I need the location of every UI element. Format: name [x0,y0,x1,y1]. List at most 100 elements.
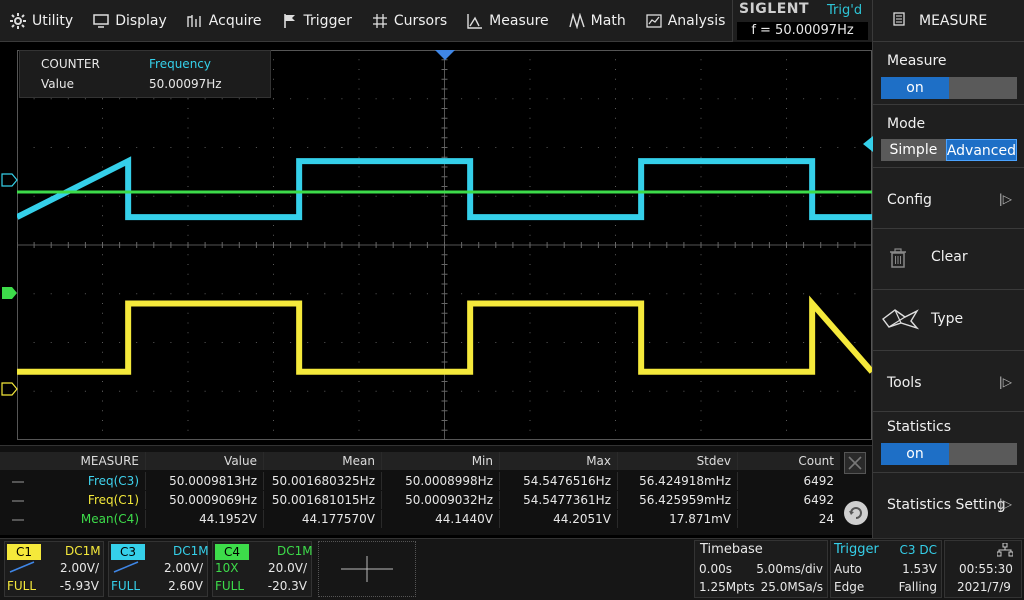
grid-dot [529,410,531,412]
counter-title: COUNTER [41,57,100,71]
grid-dot [854,98,856,100]
menu-acquire[interactable]: Acquire [177,0,272,42]
trigger-box[interactable]: Trigger C3 DC Auto 1.53V Edge Falling [830,540,942,598]
trigger-position-marker[interactable] [434,48,456,62]
refresh-statistics-button[interactable] [843,500,869,526]
grid-dot [820,147,822,148]
c3-marker[interactable] [1,173,18,187]
menu-cursors[interactable]: Cursors [362,0,457,42]
grid-dot [392,98,394,100]
add-channel-button[interactable] [318,541,416,597]
close-measure-button[interactable] [844,452,866,474]
grid-dot [529,205,531,207]
grid-dot [529,186,531,187]
column-header: Min [382,452,500,470]
grid-dot [273,98,274,100]
grid-dot [375,147,377,148]
grid-dot [204,390,206,392]
grid-dot [187,234,189,236]
channel-c4-box[interactable]: C4 DC1M 10X 20.0V/ FULL -20.3V [212,541,313,597]
grid-dot [837,147,839,148]
menu-measure[interactable]: Measure [457,0,559,42]
config-item[interactable]: Config |▷ [873,169,1024,229]
grid-dot [255,342,257,343]
grid-dot [187,342,189,343]
table-row[interactable]: Freq(C1) 50.0009069Hz 50.001681015Hz 50.… [0,491,840,509]
grid-dot [273,293,274,295]
grid-dot [786,273,787,275]
table-row[interactable]: Mean(C4) 44.1952V 44.177570V 44.1440V 44… [0,510,840,528]
grid-dot [512,390,514,392]
trigger-level-marker[interactable] [862,135,874,153]
waveform-display[interactable] [17,50,872,440]
type-item[interactable]: Type [873,291,1024,351]
c1-marker[interactable] [1,382,18,396]
grid-dot [580,342,582,343]
measure-mean: 50.001681015Hz [264,491,382,509]
measure-stdev: 56.425959mHz [618,491,738,509]
clock-box[interactable]: 00:55:30 2021/7/9 [944,540,1022,598]
menu-math[interactable]: Math [559,0,636,42]
channel-c3-box[interactable]: C3 DC1M 2.00V/ FULL 2.60V [108,541,209,597]
grid-dot [187,127,189,129]
grid-dot [102,420,103,421]
network-icon [996,542,1014,561]
c4-marker[interactable] [2,287,17,299]
mode-simple[interactable]: Simple [881,139,946,161]
grid-dot [615,439,616,440]
clock-time: 00:55:30 [959,562,1013,576]
grid-dot [615,50,616,51]
menu-analysis[interactable]: Analysis [636,0,736,42]
grid-dot [529,88,531,90]
grid-dot [358,156,360,158]
grid-dot [358,293,360,295]
grid-dot [273,400,274,402]
measure-max: 44.2051V [500,510,618,528]
measure-toggle-on[interactable]: on [881,77,949,99]
grid-dot [102,225,103,226]
grid-dot [632,147,634,148]
table-row[interactable]: Freq(C3) 50.0009813Hz 50.001680325Hz 50.… [0,472,840,490]
grid-dot [170,390,172,392]
channel-c1-box[interactable]: C1 DC1M 2.00V/ FULL -5.93V [4,541,104,597]
measure-toggle-off[interactable] [949,77,1017,99]
grid-dot [375,342,377,343]
grid-dot [615,147,616,148]
type-label: Type [931,311,964,327]
grid-dot [273,195,274,197]
mode-advanced[interactable]: Advanced [945,139,1017,161]
grid-dot [700,186,702,187]
grid-dot [700,332,702,334]
menu-measure-label: Measure [489,13,549,29]
statistics-toggle[interactable]: on [881,443,1017,465]
timebase-box[interactable]: Timebase 0.00s 5.00ms/div 1.25Mpts 25.0M… [694,540,828,598]
grid-dot [290,293,292,295]
measure-stdev: 56.424918mHz [618,472,738,490]
grid-dot [461,195,463,197]
measure-toggle[interactable]: on [881,77,1017,99]
clear-item[interactable]: Clear [873,230,1024,290]
grid-dot [546,147,548,148]
mode-toggle[interactable]: Simple Advanced [881,139,1017,161]
statistics-toggle-on[interactable]: on [881,443,949,465]
grid-dot [187,264,189,265]
menu-display[interactable]: Display [83,0,177,42]
grid-dot [187,312,189,314]
grid-dot [102,117,103,119]
c3-probe-icon [113,561,139,576]
statistics-toggle-off[interactable] [949,443,1017,465]
grid-dot [615,381,616,382]
statistics-setting-item[interactable]: Statistics Setting |▷ [873,474,1024,537]
c4-label: C4 [215,544,249,560]
grid-dot [358,195,360,197]
grid-dot [615,293,616,295]
menu-utility[interactable]: Utility [0,0,83,42]
c1-probe-icon [9,561,35,576]
tools-item[interactable]: Tools |▷ [873,352,1024,412]
grid-dot [67,98,69,100]
measure-max: 54.5476516Hz [500,472,618,490]
grid-dot [700,98,702,100]
grid-dot [187,322,189,324]
menu-trigger[interactable]: Trigger [272,0,362,42]
grid-dot [273,88,274,90]
